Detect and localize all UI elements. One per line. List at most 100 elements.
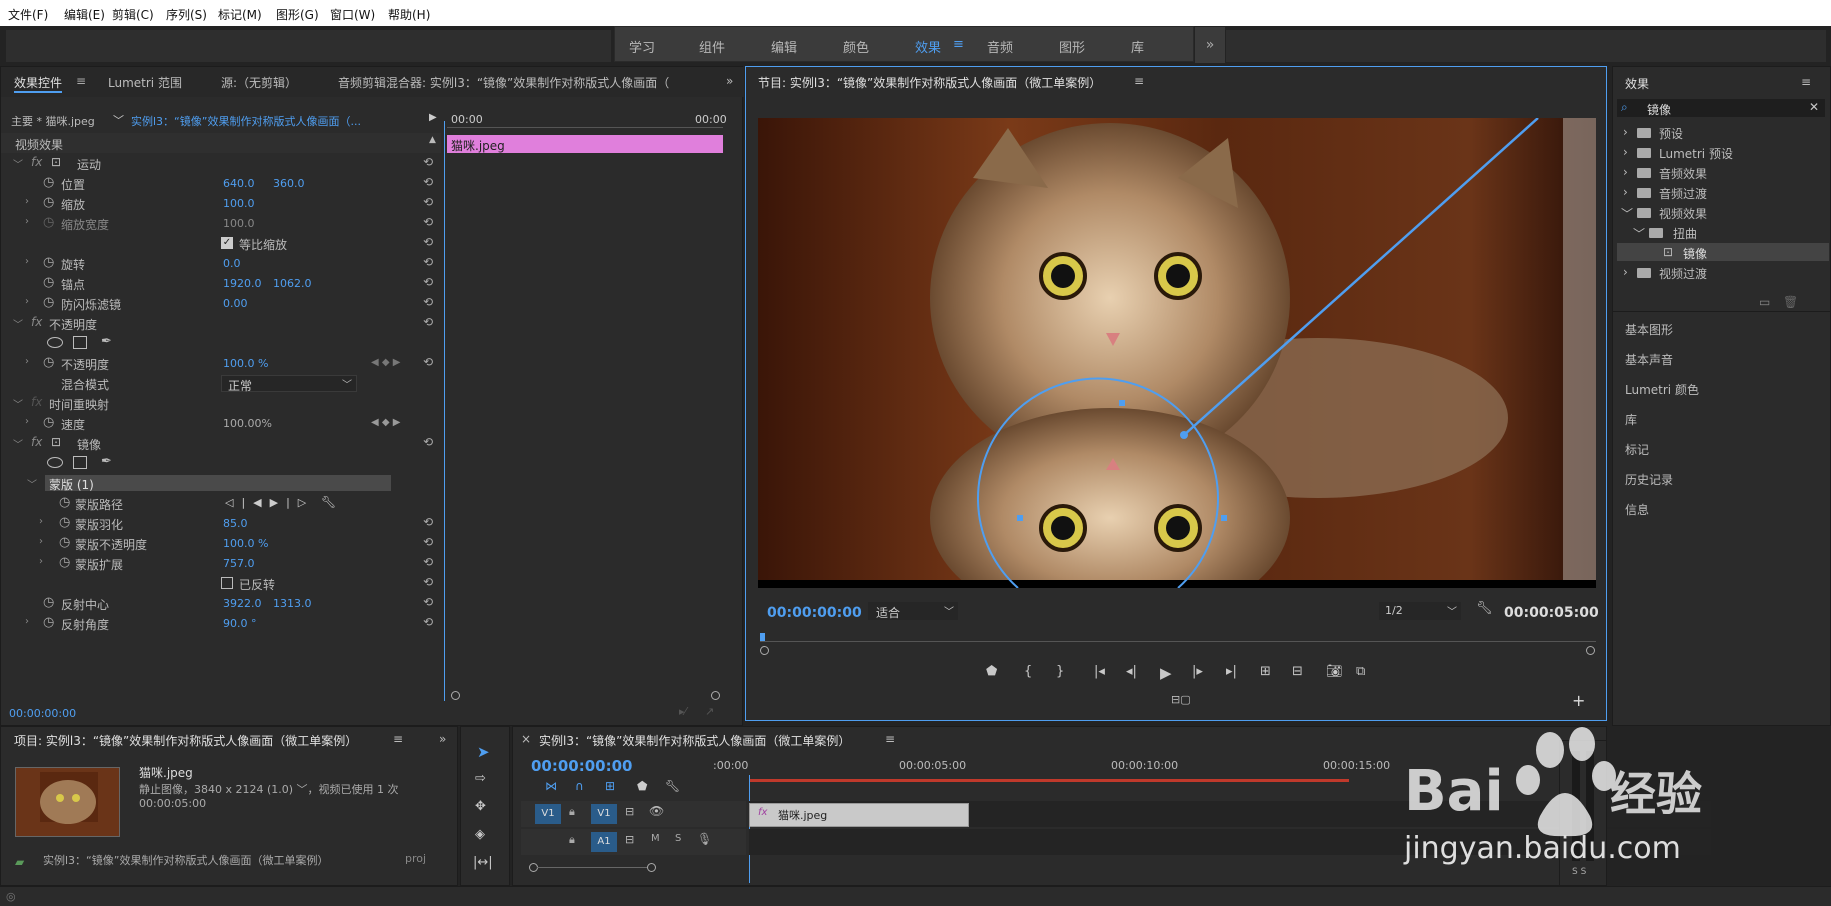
ws-color[interactable]: 颜色 (843, 37, 869, 56)
resolution-select[interactable]: 1/2 ﹀ (1379, 602, 1461, 620)
rectangle-mask-icon[interactable] (73, 456, 87, 469)
list-view-icon[interactable]: ▰ (15, 855, 24, 869)
section-history[interactable]: 历史记录 (1625, 471, 1673, 488)
project-sequence-item[interactable]: 实例l3：“镜像”效果制作对称版式人像画面（微工单案例） (43, 852, 328, 868)
marker-icon[interactable]: ⬟ (637, 779, 647, 793)
step-forward-icon[interactable]: |▸ (1192, 664, 1203, 679)
reset-icon[interactable]: ⟲ (423, 315, 433, 329)
expand-icon[interactable]: ﹀ (13, 316, 23, 331)
stopwatch-icon[interactable]: ◷ (43, 275, 54, 290)
menu-window[interactable]: 窗口(W) (330, 6, 375, 23)
tree-video-transitions[interactable]: 视频过渡 (1659, 265, 1707, 282)
mask-feather-value[interactable]: 85.0 (223, 517, 248, 530)
panel-menu-icon[interactable]: ≡ (1801, 75, 1811, 89)
menu-help[interactable]: 帮助(H) (388, 6, 430, 23)
add-button-icon[interactable]: + (1572, 691, 1585, 710)
project-title[interactable]: 项目: 实例l3：“镜像”效果制作对称版式人像画面（微工单案例） (14, 732, 357, 749)
linked-select-icon[interactable]: ⊞ (605, 779, 615, 793)
panel-menu-icon[interactable]: ≡ (885, 732, 895, 746)
section-essential-sound[interactable]: 基本声音 (1625, 351, 1673, 368)
razor-tool-icon[interactable]: ◈ (475, 827, 485, 842)
expand-icon[interactable]: ﹀ (13, 156, 23, 171)
reset-icon[interactable]: ⟲ (423, 175, 433, 189)
timeline-title[interactable]: 实例l3：“镜像”效果制作对称版式人像画面（微工单案例） (539, 732, 850, 749)
menu-icon[interactable]: ≡ (953, 37, 964, 52)
play-icon[interactable]: ▶ (429, 112, 437, 123)
reset-icon[interactable]: ⟲ (423, 235, 433, 249)
expand-icon[interactable]: › (1623, 165, 1628, 179)
ws-edit[interactable]: 编辑 (771, 37, 797, 56)
clip-bar[interactable]: 猫咪.jpeg (447, 135, 723, 153)
ellipse-mask-icon[interactable] (47, 457, 63, 468)
expand-icon[interactable]: › (25, 616, 29, 627)
stopwatch-icon[interactable]: ◷ (59, 515, 70, 530)
menu-file[interactable]: 文件(F) (8, 6, 48, 23)
tab-source[interactable]: 源:（无剪辑） (221, 74, 297, 91)
tree-presets[interactable]: 预设 (1659, 125, 1683, 142)
button-editor-icon[interactable]: ⊟▢ (1171, 693, 1191, 706)
lock-icon[interactable]: 🔒︎ (569, 833, 575, 847)
add-marker-icon[interactable]: ⬟ (986, 664, 997, 679)
track-select-icon[interactable]: ⇨ (475, 771, 486, 786)
expand-icon[interactable]: › (25, 196, 29, 207)
tree-video-effects[interactable]: 视频效果 (1659, 205, 1707, 222)
expand-icon[interactable]: ﹀ (1621, 205, 1633, 222)
ws-libraries[interactable]: 库 (1131, 37, 1144, 56)
reflect-center-y-value[interactable]: 1313.0 (273, 597, 312, 610)
reset-icon[interactable]: ⟲ (423, 255, 433, 269)
stopwatch-icon[interactable]: ◷ (43, 255, 54, 270)
reset-icon[interactable]: ⟲ (423, 295, 433, 309)
panel-menu-icon[interactable]: ≡ (76, 74, 86, 88)
extract-icon[interactable]: ⊟ (1292, 664, 1303, 679)
status-icon[interactable]: ◎ (6, 890, 16, 903)
expand-icon[interactable]: › (1623, 125, 1628, 139)
reset-icon[interactable]: ⟲ (423, 155, 433, 169)
chevron-down-icon[interactable]: ﹀ (113, 112, 124, 128)
microphone-icon[interactable]: 🎙︎ (697, 832, 712, 846)
selection-tool-icon[interactable]: ➤ (477, 743, 490, 761)
ws-learn[interactable]: 学习 (629, 37, 655, 56)
eye-icon[interactable]: 👁︎ (649, 804, 664, 818)
ec-timecode[interactable]: 00:00:00:00 (9, 707, 76, 720)
mark-out-icon[interactable]: } (1056, 664, 1064, 679)
reset-icon[interactable]: ⟲ (423, 515, 433, 529)
tree-mirror-selected[interactable] (1617, 243, 1829, 261)
mask-selected-row[interactable]: 蒙版 (1) (45, 475, 391, 492)
expand-icon[interactable]: › (1623, 265, 1628, 279)
reset-icon[interactable]: ⟲ (423, 535, 433, 549)
panel-menu-icon[interactable]: ≡ (1134, 74, 1144, 88)
tab-lumetri-scopes[interactable]: Lumetri 范围 (108, 74, 182, 91)
chevron-right-icon[interactable]: » (1195, 27, 1225, 63)
expand-icon[interactable]: ﹀ (1633, 225, 1645, 242)
expand-icon[interactable]: › (25, 296, 29, 307)
program-timecode[interactable]: 00:00:00:00 (767, 605, 862, 621)
slip-tool-icon[interactable]: |↔| (473, 855, 493, 870)
stopwatch-icon[interactable]: ◷ (59, 535, 70, 550)
menu-graphics[interactable]: 图形(G) (276, 6, 319, 23)
filter-icon[interactable]: ▸⁄ (679, 705, 686, 718)
reset-icon[interactable]: ⟲ (423, 275, 433, 289)
expand-icon[interactable]: › (25, 256, 29, 267)
reset-icon[interactable]: ⟲ (423, 575, 433, 589)
position-y-value[interactable]: 360.0 (273, 177, 305, 190)
sync-lock-icon[interactable]: ⊟ (625, 805, 634, 818)
stopwatch-icon[interactable]: ◷ (59, 555, 70, 570)
lock-icon[interactable]: 🔒︎ (569, 805, 575, 819)
source-patch-v1[interactable]: V1 (535, 804, 561, 824)
fx-icon[interactable]: fx (31, 315, 42, 329)
reset-icon[interactable]: ⟲ (423, 215, 433, 229)
master-clip-label[interactable]: 主要 * 猫咪.jpeg (11, 113, 95, 129)
uniform-scale-checkbox[interactable]: ✓ (221, 237, 233, 249)
go-to-in-icon[interactable]: |◂ (1094, 664, 1105, 679)
expand-icon[interactable]: › (1623, 185, 1628, 199)
reset-icon[interactable]: ⟲ (423, 435, 433, 449)
camera-icon[interactable]: 📷︎ (1326, 664, 1343, 679)
menu-clip[interactable]: 剪辑(C) (112, 6, 154, 23)
close-icon[interactable]: × (521, 732, 531, 746)
stopwatch-icon[interactable]: ◷ (43, 415, 54, 430)
fx-icon[interactable]: fx (31, 155, 42, 169)
project-thumbnail[interactable] (15, 767, 120, 837)
inverted-checkbox[interactable] (221, 577, 233, 589)
sync-lock-icon[interactable]: ⊟ (625, 833, 634, 846)
expand-icon[interactable]: › (39, 556, 43, 567)
